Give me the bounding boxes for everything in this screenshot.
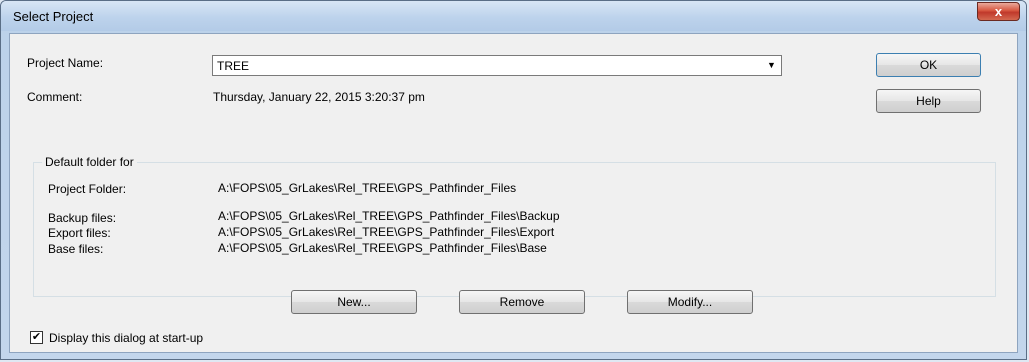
close-button[interactable]: x: [977, 2, 1020, 21]
startup-checkbox-label[interactable]: Display this dialog at start-up: [49, 331, 203, 345]
window-title: Select Project: [13, 9, 94, 24]
default-folder-group: Default folder for Project Folder: A:\FO…: [33, 155, 996, 297]
startup-checkbox[interactable]: ✔: [30, 331, 43, 344]
modify-button[interactable]: Modify...: [627, 290, 753, 314]
select-project-dialog: Select Project x Project Name: TREE ▼ Co…: [0, 0, 1027, 360]
base-files-value: A:\FOPS\05_GrLakes\Rel_TREE\GPS_Pathfind…: [218, 241, 547, 255]
base-files-label: Base files:: [48, 242, 104, 256]
help-button[interactable]: Help: [876, 89, 981, 113]
backup-files-label: Backup files:: [48, 211, 117, 225]
project-folder-label: Project Folder:: [48, 182, 127, 196]
checkmark-icon: ✔: [31, 331, 42, 343]
chevron-down-icon[interactable]: ▼: [763, 57, 780, 74]
backup-files-value: A:\FOPS\05_GrLakes\Rel_TREE\GPS_Pathfind…: [218, 209, 560, 223]
project-folder-value: A:\FOPS\05_GrLakes\Rel_TREE\GPS_Pathfind…: [218, 181, 517, 195]
project-name-value: TREE: [217, 59, 250, 73]
close-icon: x: [994, 4, 1003, 19]
new-button[interactable]: New...: [291, 290, 417, 314]
group-title: Default folder for: [42, 155, 137, 169]
export-files-value: A:\FOPS\05_GrLakes\Rel_TREE\GPS_Pathfind…: [218, 225, 555, 239]
comment-value: Thursday, January 22, 2015 3:20:37 pm: [213, 90, 425, 104]
comment-label: Comment:: [27, 90, 83, 104]
export-files-label: Export files:: [48, 226, 111, 240]
title-bar[interactable]: Select Project x: [1, 1, 1026, 31]
dialog-body: Project Name: TREE ▼ Comment: Thursday, …: [9, 33, 1018, 353]
remove-button[interactable]: Remove: [459, 290, 585, 314]
project-name-label: Project Name:: [27, 56, 104, 70]
project-name-combobox[interactable]: TREE ▼: [212, 55, 782, 76]
ok-button[interactable]: OK: [876, 53, 981, 77]
